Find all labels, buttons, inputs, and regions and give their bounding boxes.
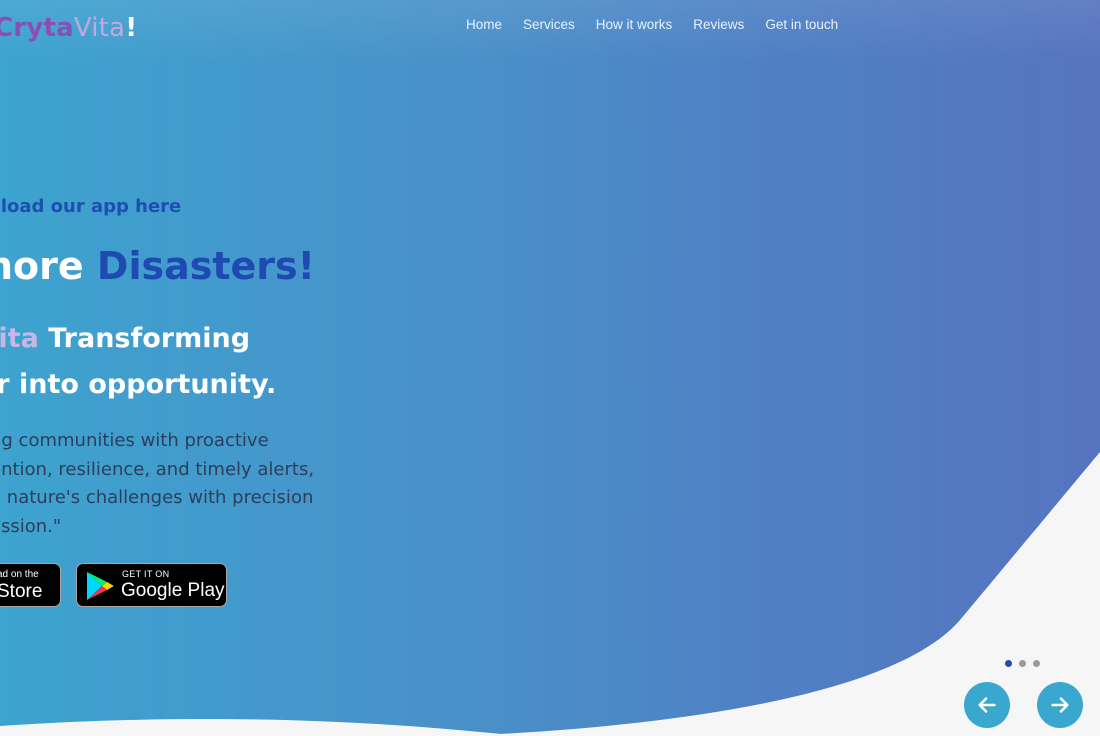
site-logo[interactable]: CrytaVita! xyxy=(0,10,137,46)
google-play-small-text: GET IT ON xyxy=(122,569,170,579)
hero-section: CrytaVita! Home Services How it works Re… xyxy=(0,0,1100,736)
nav-services-link[interactable]: Services xyxy=(523,17,575,33)
carousel-dot[interactable] xyxy=(1033,660,1040,667)
app-store-button[interactable]: ad on the Store xyxy=(0,563,61,607)
hero-description: ng communities with proactive ention, re… xyxy=(0,427,350,541)
nav-home-link[interactable]: Home xyxy=(466,17,502,33)
description-line: ention, resilience, and timely alerts, xyxy=(0,458,315,480)
description-line: e nature's challenges with precision xyxy=(0,487,314,508)
google-play-button[interactable]: GET IT ON Google Play xyxy=(76,563,227,607)
carousel-dot-active[interactable] xyxy=(1005,660,1012,667)
subhead-line2-text: er into opportunity. xyxy=(0,369,277,400)
hero-subheading: Vita Transforming er into opportunity. xyxy=(0,316,276,408)
nav-get-in-touch-link[interactable]: Get in touch xyxy=(765,17,838,33)
hero-headline: nore Disasters! xyxy=(0,240,315,292)
description-line: ng communities with proactive xyxy=(0,430,269,451)
top-navbar: CrytaVita! Home Services How it works Re… xyxy=(0,0,1100,62)
hero-tagline: nload our app here xyxy=(0,196,182,217)
main-nav: Home Services How it works Reviews Get i… xyxy=(466,17,859,33)
nav-how-it-works-link[interactable]: How it works xyxy=(596,17,673,33)
subhead-line1-text: Transforming xyxy=(38,323,251,354)
headline-plain-text: nore xyxy=(0,244,84,288)
app-store-small-text: ad on the xyxy=(0,569,39,580)
description-line: assion." xyxy=(0,515,62,537)
logo-text-part3: ! xyxy=(125,13,138,43)
nav-reviews-link[interactable]: Reviews xyxy=(693,17,744,33)
logo-text-part1: Cryta xyxy=(0,13,74,43)
carousel-dots xyxy=(1005,660,1040,667)
app-store-big-text: Store xyxy=(0,581,43,602)
arrow-left-icon xyxy=(978,697,996,713)
carousel-dot[interactable] xyxy=(1019,660,1026,667)
google-play-icon xyxy=(87,572,114,600)
headline-accent-text: Disasters! xyxy=(96,244,315,288)
carousel-next-button[interactable] xyxy=(1037,682,1083,728)
google-play-big-text: Google Play xyxy=(121,580,225,601)
subhead-brand-text: Vita xyxy=(0,323,39,354)
logo-text-part2: Vita xyxy=(73,13,126,43)
carousel-prev-button[interactable] xyxy=(964,682,1010,728)
arrow-right-icon xyxy=(1051,697,1069,713)
